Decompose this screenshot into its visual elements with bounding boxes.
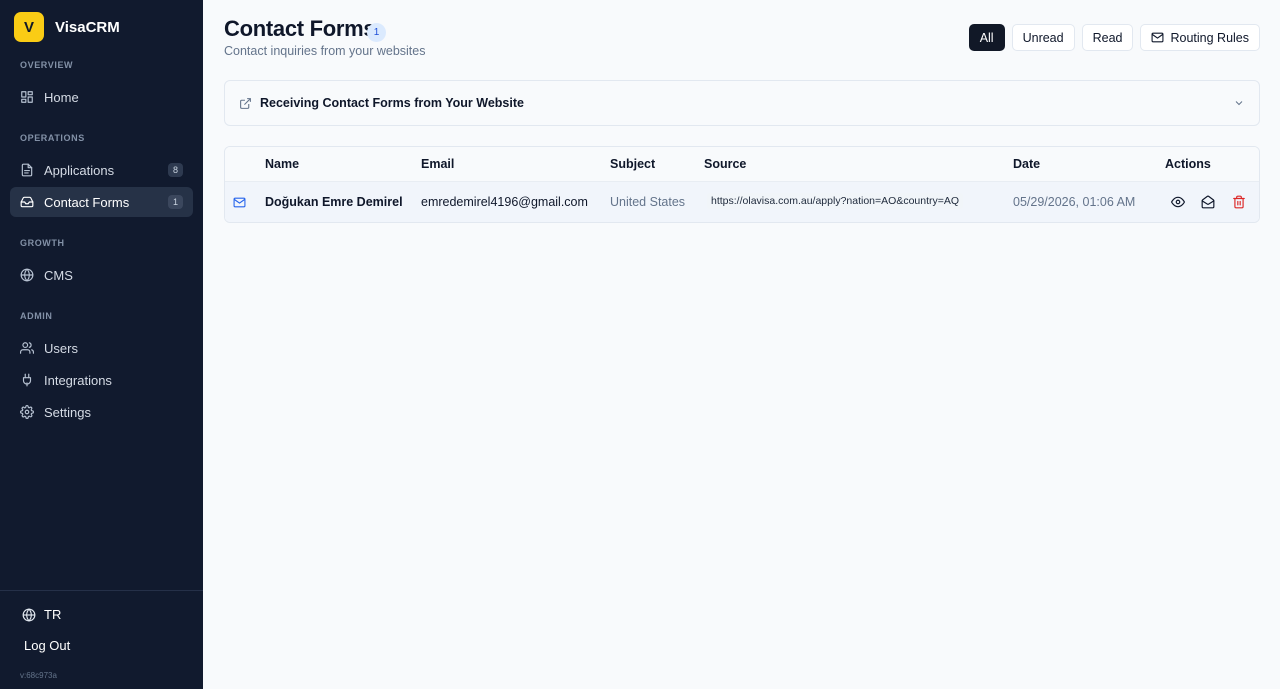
table-row[interactable]: Doğukan Emre Demirel emredemirel4196@gma…: [225, 182, 1259, 222]
sidebar-footer: TR Log Out v:68c973a: [0, 590, 203, 689]
page-subtitle: Contact inquiries from your websites: [224, 44, 426, 58]
version-label: v:68c973a: [20, 671, 57, 680]
inbox-icon: [20, 195, 34, 209]
sidebar-item-label: CMS: [44, 267, 73, 283]
logout-button[interactable]: Log Out: [24, 638, 70, 653]
sidebar-item-label: Settings: [44, 404, 91, 420]
contact-email: emredemirel4196@gmail.com: [421, 195, 588, 209]
accordion-title: Receiving Contact Forms from Your Websit…: [260, 96, 524, 110]
sidebar-item-cms[interactable]: CMS: [10, 260, 193, 290]
sidebar-item-label: Integrations: [44, 372, 112, 388]
gear-icon: [20, 405, 34, 419]
website-forms-accordion[interactable]: Receiving Contact Forms from Your Websit…: [224, 80, 1260, 126]
sidebar-item-settings[interactable]: Settings: [10, 397, 193, 427]
eye-icon: [1171, 196, 1185, 208]
routing-rules-button[interactable]: Routing Rules: [1140, 24, 1260, 51]
view-button[interactable]: [1170, 194, 1186, 210]
trash-icon: [1233, 195, 1245, 209]
unread-mail-icon: [233, 197, 246, 208]
column-header-source: Source: [704, 157, 747, 171]
filter-unread-button[interactable]: Unread: [1011, 24, 1075, 51]
column-header-actions: Actions: [1165, 157, 1211, 171]
globe-icon: [20, 268, 34, 282]
column-header-subject: Subject: [610, 157, 656, 171]
section-label-growth: GROWTH: [20, 238, 65, 248]
contact-forms-table: Name Email Subject Source Date Actions D…: [224, 146, 1260, 223]
sidebar-item-applications[interactable]: Applications 8: [10, 155, 193, 185]
sidebar-item-label: Home: [44, 89, 79, 105]
column-header-name: Name: [265, 157, 300, 171]
section-label-overview: OVERVIEW: [20, 60, 74, 70]
page-title: Contact Forms: [224, 16, 376, 41]
chevron-down-icon: [1235, 101, 1243, 106]
contact-subject: United States: [610, 195, 686, 209]
language-label: TR: [44, 607, 62, 622]
mark-read-button[interactable]: [1200, 194, 1216, 210]
sidebar-item-label: Users: [44, 340, 78, 356]
brand-name: VisaCRM: [55, 18, 120, 36]
delete-button[interactable]: [1231, 194, 1247, 210]
mail-icon: [1152, 32, 1164, 43]
globe-icon: [22, 607, 36, 622]
count-badge: 1: [367, 23, 386, 42]
dashboard-icon: [20, 90, 34, 104]
sidebar-item-integrations[interactable]: Integrations: [10, 365, 193, 395]
section-label-admin: ADMIN: [20, 311, 53, 321]
table-header: Name Email Subject Source Date Actions: [225, 147, 1259, 182]
external-link-icon: [240, 97, 251, 109]
section-label-operations: OPERATIONS: [20, 133, 85, 143]
brand[interactable]: V VisaCRM: [0, 0, 203, 54]
routing-rules-label: Routing Rules: [1170, 30, 1249, 45]
count-badge: 8: [168, 163, 183, 177]
count-badge: 1: [168, 195, 183, 209]
file-icon: [20, 163, 34, 177]
contact-name: Doğukan Emre Demirel: [265, 195, 403, 209]
main-content: Contact Forms 1 Contact inquiries from y…: [203, 0, 1280, 689]
contact-date: 05/29/2026, 01:06 AM: [1013, 195, 1136, 209]
mail-open-icon: [1201, 195, 1215, 209]
filter-all-button[interactable]: All: [968, 24, 1005, 51]
sidebar: V VisaCRM OVERVIEW Home OPERATIONS Appli…: [0, 0, 203, 689]
filter-read-button[interactable]: Read: [1081, 24, 1134, 51]
sidebar-item-home[interactable]: Home: [10, 82, 193, 112]
users-icon: [20, 341, 34, 355]
plug-icon: [20, 373, 34, 387]
language-switcher[interactable]: TR: [22, 607, 61, 622]
sidebar-item-label: Contact Forms: [44, 194, 130, 210]
sidebar-item-contact-forms[interactable]: Contact Forms 1: [10, 187, 193, 217]
brand-logo: V: [14, 12, 44, 42]
column-header-email: Email: [421, 157, 455, 171]
sidebar-item-users[interactable]: Users: [10, 333, 193, 363]
filter-group: All Unread Read Routing Rules: [968, 24, 1260, 51]
column-header-date: Date: [1013, 157, 1041, 171]
contact-source: https://olavisa.com.au/apply?nation=AO&c…: [707, 193, 964, 209]
sidebar-item-label: Applications: [44, 162, 115, 178]
